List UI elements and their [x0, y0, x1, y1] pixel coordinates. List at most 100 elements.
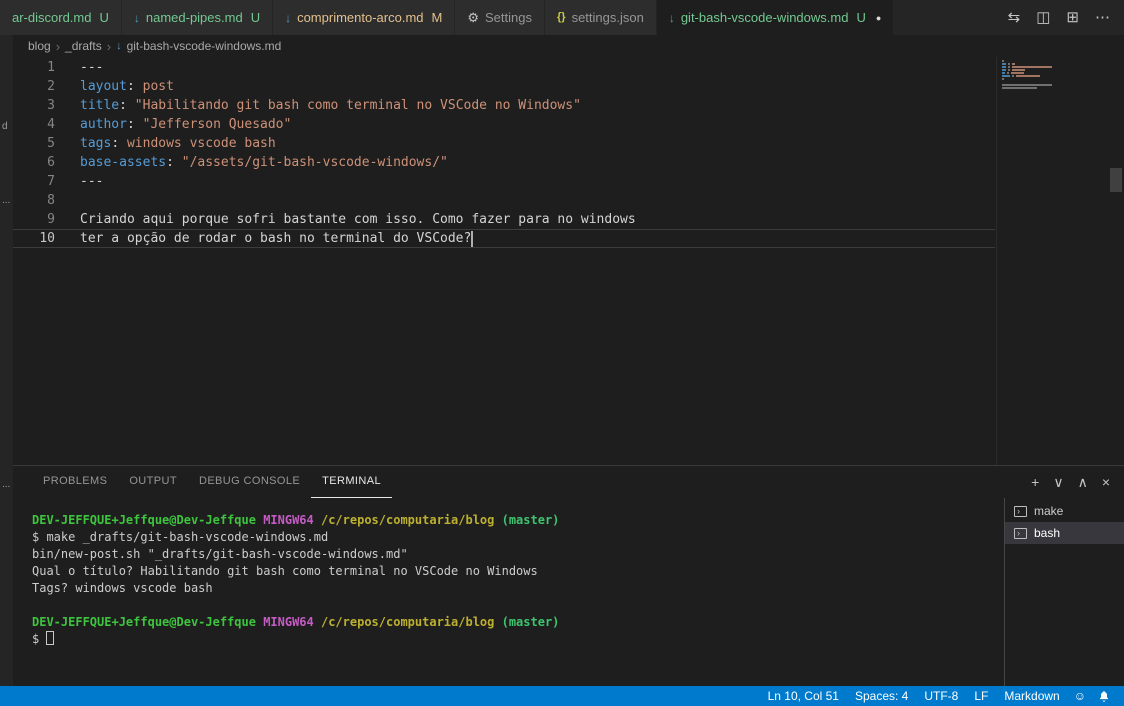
- sidebar-fragment: ...: [2, 195, 10, 206]
- code-line[interactable]: 5tags: windows vscode bash: [0, 134, 995, 153]
- minimap-content: [997, 57, 1108, 89]
- tab-comprimento-arco.md[interactable]: ↓ comprimento-arco.md M: [273, 0, 455, 35]
- panel-actions: + ∨ ∧ ×: [1031, 475, 1124, 489]
- terminal-process-make[interactable]: ›make: [1005, 500, 1124, 522]
- code-text: tags: windows vscode bash: [80, 134, 276, 153]
- code-text: title: "Habilitando git bash como termin…: [80, 96, 581, 115]
- code-text: base-assets: "/assets/git-bash-vscode-wi…: [80, 153, 448, 172]
- terminal[interactable]: DEV-JEFFQUE+Jeffque@Dev-Jeffque MINGW64 …: [0, 498, 1004, 686]
- code-line[interactable]: 3title: "Habilitando git bash como termi…: [0, 96, 995, 115]
- tab-Settings[interactable]: ⚙ Settings: [455, 0, 545, 35]
- panel-tab-debug-console[interactable]: DEBUG CONSOLE: [188, 466, 311, 498]
- minimap[interactable]: [996, 57, 1108, 465]
- editor-tab-bar: ar-discord.md U ↓ named-pipes.md U ↓ comprimen…: [0, 0, 1124, 35]
- open-changes-icon[interactable]: ⇆: [1008, 10, 1021, 25]
- terminal-icon: ›: [1014, 528, 1027, 539]
- chevron-right-icon: ›: [107, 39, 111, 54]
- gear-icon: ⚙: [467, 11, 479, 24]
- terminal-line: Qual o título? Habilitando git bash como…: [32, 563, 1004, 580]
- code-line[interactable]: 9Criando aqui porque sofri bastante com …: [0, 210, 995, 229]
- tab-label: ar-discord.md: [12, 10, 91, 25]
- json-icon: {}: [557, 12, 566, 23]
- status-item[interactable]: LF: [966, 689, 996, 703]
- terminal-dropdown-icon[interactable]: ∨: [1053, 475, 1063, 489]
- markdown-icon: ↓: [134, 12, 140, 24]
- cropped-sidebar-sliver: d......: [0, 35, 13, 686]
- code-line[interactable]: 8: [0, 191, 995, 210]
- code-line[interactable]: 7---: [0, 172, 995, 191]
- breadcrumb-item[interactable]: _drafts: [65, 39, 102, 53]
- code-line[interactable]: 2layout: post: [0, 77, 995, 96]
- terminal-line: $ make _drafts/git-bash-vscode-windows.m…: [32, 529, 1004, 546]
- status-bar-right: Ln 10, Col 51Spaces: 4UTF-8LFMarkdown☺: [760, 689, 1124, 703]
- terminal-process-bash[interactable]: ›bash: [1005, 522, 1124, 544]
- tab-named-pipes.md[interactable]: ↓ named-pipes.md U: [122, 0, 273, 35]
- editor-actions: ⇆ ◫ ⊞ ⋯: [994, 0, 1124, 35]
- code-text: ter a opção de rodar o bash no terminal …: [80, 229, 473, 248]
- code-text: author: "Jefferson Quesado": [80, 115, 291, 134]
- tabs-container: ar-discord.md U ↓ named-pipes.md U ↓ comprimen…: [0, 0, 894, 35]
- code-line[interactable]: 10ter a opção de rodar o bash no termina…: [0, 229, 995, 248]
- editor-layout-icon[interactable]: ⊞: [1066, 10, 1079, 25]
- new-terminal-icon[interactable]: +: [1031, 475, 1039, 489]
- unsaved-dot-icon: ●: [876, 13, 881, 23]
- tab-label: comprimento-arco.md: [297, 10, 423, 25]
- breadcrumb-file-label: git-bash-vscode-windows.md: [127, 39, 282, 53]
- git-status-badge: U: [99, 10, 108, 25]
- close-panel-icon[interactable]: ×: [1102, 475, 1110, 489]
- sidebar-fragment: ...: [2, 479, 10, 490]
- panel-body: DEV-JEFFQUE+Jeffque@Dev-Jeffque MINGW64 …: [0, 498, 1124, 686]
- git-status-badge: U: [856, 10, 865, 25]
- panel-tab-output[interactable]: OUTPUT: [118, 466, 188, 498]
- terminal-line: [32, 597, 1004, 614]
- terminal-line: bin/new-post.sh "_drafts/git-bash-vscode…: [32, 546, 1004, 563]
- code-line[interactable]: 1---: [0, 58, 995, 77]
- bottom-panel: PROBLEMSOUTPUTDEBUG CONSOLETERMINAL + ∨ ∧ ×…: [0, 465, 1124, 686]
- tab-label: settings.json: [572, 10, 644, 25]
- more-actions-icon[interactable]: ⋯: [1095, 10, 1110, 25]
- tab-label: Settings: [485, 10, 532, 25]
- editor-scrollbar[interactable]: [1108, 57, 1124, 465]
- breadcrumb: blog › _drafts › ↓ git-bash-vscode-windows.md: [0, 35, 1124, 57]
- terminal-process-list: ›make›bash: [1004, 498, 1124, 686]
- git-status-badge: M: [432, 10, 443, 25]
- status-item[interactable]: Spaces: 4: [847, 689, 916, 703]
- terminal-line: $: [32, 631, 1004, 648]
- editor-area[interactable]: 1---2layout: post3title: "Habilitando gi…: [0, 57, 1124, 465]
- code-text: Criando aqui porque sofri bastante com i…: [80, 210, 636, 229]
- breadcrumb-file[interactable]: ↓ git-bash-vscode-windows.md: [116, 39, 281, 53]
- text-cursor: [471, 231, 473, 247]
- markdown-icon: ↓: [285, 12, 291, 24]
- code-line[interactable]: 4author: "Jefferson Quesado": [0, 115, 995, 134]
- status-item[interactable]: Ln 10, Col 51: [760, 689, 847, 703]
- tab-label: named-pipes.md: [146, 10, 243, 25]
- panel-tab-terminal[interactable]: TERMINAL: [311, 466, 392, 498]
- status-item[interactable]: UTF-8: [916, 689, 966, 703]
- tab-git-bash-vscode-windows.md[interactable]: ↓git-bash-vscode-windows.mdU●: [657, 0, 894, 35]
- bell-icon[interactable]: [1092, 690, 1116, 703]
- git-status-badge: U: [251, 10, 260, 25]
- markdown-icon: ↓: [116, 40, 122, 52]
- code-text: ---: [80, 58, 103, 77]
- chevron-right-icon: ›: [56, 39, 60, 54]
- panel-tab-problems[interactable]: PROBLEMS: [32, 466, 118, 498]
- terminal-cursor: [46, 631, 54, 645]
- code-line[interactable]: 6base-assets: "/assets/git-bash-vscode-w…: [0, 153, 995, 172]
- feedback-icon[interactable]: ☺: [1068, 689, 1092, 703]
- status-item[interactable]: Markdown: [996, 689, 1067, 703]
- maximize-panel-icon[interactable]: ∧: [1078, 475, 1088, 489]
- terminal-line: DEV-JEFFQUE+Jeffque@Dev-Jeffque MINGW64 …: [32, 512, 1004, 529]
- code-text: ---: [80, 172, 103, 191]
- split-editor-icon[interactable]: ◫: [1036, 10, 1050, 25]
- sidebar-fragment: d: [2, 121, 8, 132]
- scrollbar-thumb[interactable]: [1110, 168, 1122, 192]
- code-area: 1---2layout: post3title: "Habilitando gi…: [0, 58, 995, 248]
- terminal-line: DEV-JEFFQUE+Jeffque@Dev-Jeffque MINGW64 …: [32, 614, 1004, 631]
- breadcrumb-item[interactable]: blog: [28, 39, 51, 53]
- terminal-line: Tags? windows vscode bash: [32, 580, 1004, 597]
- terminal-icon: ›: [1014, 506, 1027, 517]
- panel-tabs: PROBLEMSOUTPUTDEBUG CONSOLETERMINAL: [32, 466, 392, 498]
- tab-settings.json[interactable]: {} settings.json: [545, 0, 657, 35]
- tab-ar-discord.md[interactable]: ar-discord.md U: [0, 0, 122, 35]
- status-bar: Ln 10, Col 51Spaces: 4UTF-8LFMarkdown☺: [0, 686, 1124, 706]
